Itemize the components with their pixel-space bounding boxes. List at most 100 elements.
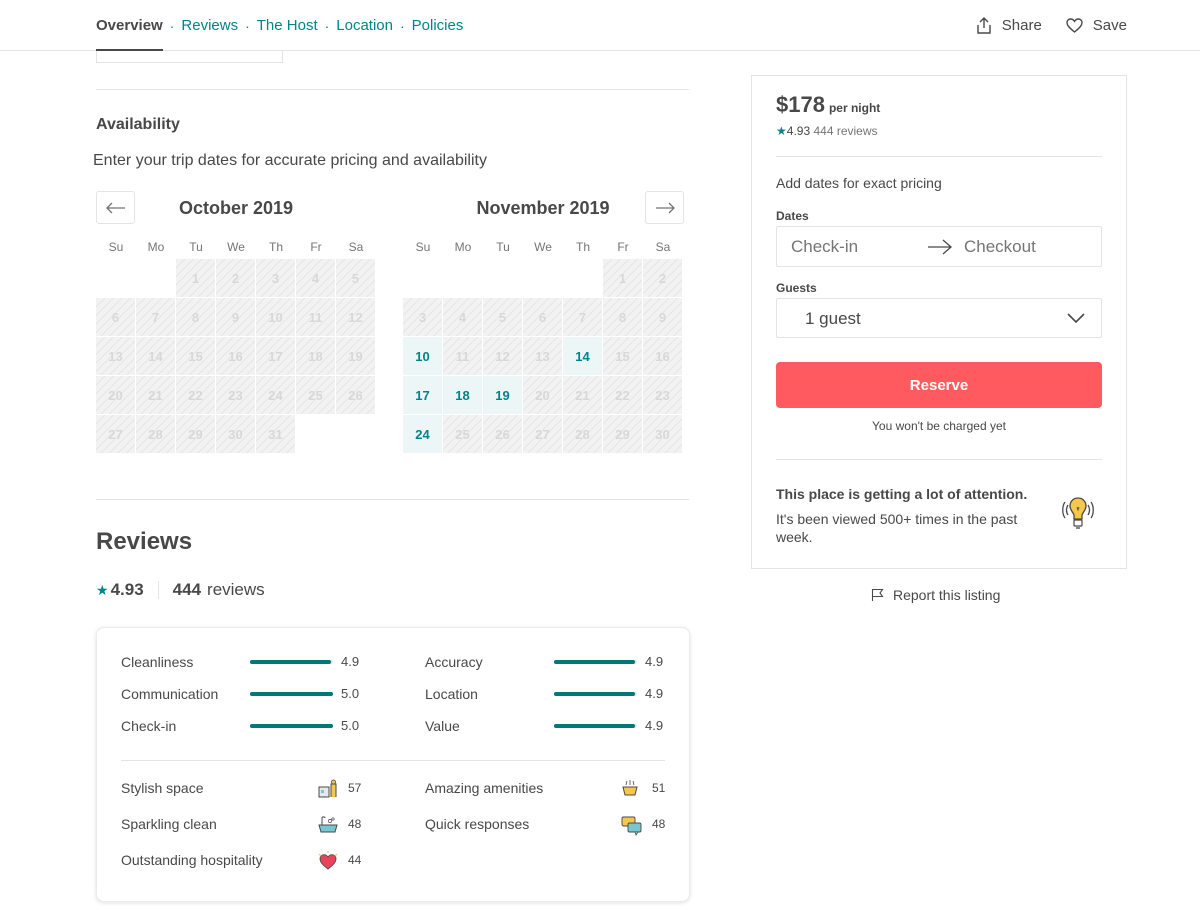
checkin-field[interactable]: Check-in <box>791 237 858 257</box>
weekday-label: We <box>534 240 552 254</box>
calendar-day-blocked: 12 <box>483 337 522 375</box>
calendar-day-available[interactable]: 18 <box>443 376 482 414</box>
booking-panel: $178 per night ★4.93 444 reviews Add dat… <box>751 75 1127 569</box>
calendar-day-blocked: 4 <box>296 259 335 297</box>
panel-reviews-link[interactable]: 444 reviews <box>813 124 877 138</box>
share-label: Share <box>1001 17 1042 34</box>
tab-reviews[interactable]: Reviews <box>181 17 238 34</box>
calendar-day-blocked: 22 <box>176 376 215 414</box>
availability-subtitle: Enter your trip dates for accurate prici… <box>93 152 487 169</box>
calendar-day-blocked: 3 <box>256 259 295 297</box>
calendar-day-blocked: 3 <box>403 298 442 336</box>
attention-title: This place is getting a lot of attention… <box>776 486 1028 502</box>
calendar-day-blocked: 14 <box>136 337 175 375</box>
reserve-button[interactable]: Reserve <box>776 362 1102 408</box>
weekday-label: Th <box>268 240 283 254</box>
calendar-empty-cell <box>523 259 562 297</box>
reviews-card: Cleanliness 4.9 Communication 5.0 Check-… <box>96 627 690 902</box>
calendar-day-blocked: 20 <box>96 376 135 414</box>
guests-label: Guests <box>776 281 817 295</box>
weekday-label: Tu <box>189 240 203 254</box>
tab-separator: · <box>400 17 405 34</box>
category-bar-fill <box>250 724 333 728</box>
arrow-right-icon <box>928 239 952 255</box>
calendar-day-blocked: 28 <box>136 415 175 453</box>
category-score: 4.9 <box>645 654 664 669</box>
calendar-day-available[interactable]: 19 <box>483 376 522 414</box>
report-listing-link[interactable]: Report this listing <box>871 587 1000 603</box>
calendar-empty-cell <box>443 259 482 297</box>
calendar-day-blocked: 7 <box>563 298 602 336</box>
day-grid: 1 2 3 4 5 6 7 8 9 10 11 12 13 14 15 16 17 18 19 20 21 22 23 24 2… <box>403 259 683 454</box>
calendar-day-blocked: 2 <box>216 259 255 297</box>
tab-the-host[interactable]: The Host <box>257 17 318 34</box>
category-label: Check-in <box>121 718 177 734</box>
guests-value: 1 guest <box>805 309 861 328</box>
reviews-title: Reviews <box>96 528 193 555</box>
calendar-empty-cell <box>483 259 522 297</box>
highlight-label: Sparkling clean <box>121 816 217 832</box>
save-button[interactable]: Save <box>1066 17 1127 34</box>
calendar-day-blocked: 11 <box>443 337 482 375</box>
calendar-empty-cell <box>136 259 175 297</box>
weekday-label: We <box>227 240 245 254</box>
category-bar <box>250 724 333 728</box>
panel-divider <box>776 459 1102 460</box>
category-bar-fill <box>554 724 636 728</box>
flag-icon <box>871 588 884 601</box>
tab-separator: · <box>169 17 175 34</box>
availability-title: Availability <box>96 116 180 133</box>
star-icon: ★ <box>776 124 787 138</box>
calendar-day-blocked: 16 <box>643 337 682 375</box>
calendar-day-blocked: 8 <box>603 298 642 336</box>
divider <box>96 89 689 90</box>
tab-policies[interactable]: Policies <box>412 17 464 34</box>
weekday-label: Sa <box>655 240 671 254</box>
weekday-row: Su Mo Tu We Th Fr Sa <box>403 240 683 254</box>
calendar-day-blocked: 13 <box>523 337 562 375</box>
calendar-day-blocked: 1 <box>176 259 215 297</box>
calendar-day-blocked: 2 <box>643 259 682 297</box>
highlight-count: 51 <box>652 781 666 795</box>
category-bar <box>554 660 637 664</box>
summary-divider <box>157 581 159 599</box>
guests-dropdown[interactable]: 1 guest <box>776 298 1102 338</box>
tab-overview[interactable]: Overview <box>96 0 163 51</box>
calendar-day-blocked: 7 <box>136 298 175 336</box>
category-bar-fill <box>250 692 333 696</box>
calendar-day-blocked: 1 <box>603 259 642 297</box>
top-nav: Overview · Reviews · The Host · Location… <box>0 0 1200 51</box>
calendar-day-blocked: 21 <box>136 376 175 414</box>
highlight-label: Outstanding hospitality <box>121 852 263 868</box>
calendar-day-available[interactable]: 17 <box>403 376 442 414</box>
previous-section-edge <box>96 51 283 63</box>
calendar-day-available[interactable]: 14 <box>563 337 602 375</box>
tab-separator: · <box>324 17 330 34</box>
calendar-day-blocked: 6 <box>523 298 562 336</box>
calendar-day-blocked: 24 <box>256 376 295 414</box>
tab-location[interactable]: Location <box>336 17 393 34</box>
calendar-day-blocked: 5 <box>336 259 375 297</box>
panel-rating: ★4.93 444 reviews <box>776 124 878 138</box>
calendar-day-blocked: 10 <box>256 298 295 336</box>
calendar-day-blocked: 28 <box>563 415 602 453</box>
calendar-day-available[interactable]: 10 <box>403 337 442 375</box>
heart-icon <box>1066 18 1083 33</box>
weekday-label: Fr <box>617 240 629 254</box>
calendar-empty-cell <box>96 259 135 297</box>
reviews-count: 444 <box>172 580 202 599</box>
day-grid: 1 2 3 4 5 6 7 8 9 10 11 12 13 14 15 16 17 18 19 20 21 22 23 24 2… <box>96 259 376 454</box>
calendar-day-blocked: 23 <box>216 376 255 414</box>
calendar-day-blocked: 15 <box>603 337 642 375</box>
checkout-field[interactable]: Checkout <box>964 237 1036 257</box>
category-bar <box>554 724 637 728</box>
share-button[interactable]: Share <box>976 17 1042 34</box>
calendar-day-blocked: 5 <box>483 298 522 336</box>
not-charged-note: You won't be charged yet <box>872 419 1006 433</box>
panel-rating-value: 4.93 <box>786 124 811 138</box>
calendar-day-available[interactable]: 24 <box>403 415 442 453</box>
category-bar <box>554 692 637 696</box>
section-tabs: Overview · Reviews · The Host · Location… <box>96 0 463 51</box>
category-label: Location <box>425 686 478 702</box>
nightly-price: $178 <box>776 92 825 117</box>
